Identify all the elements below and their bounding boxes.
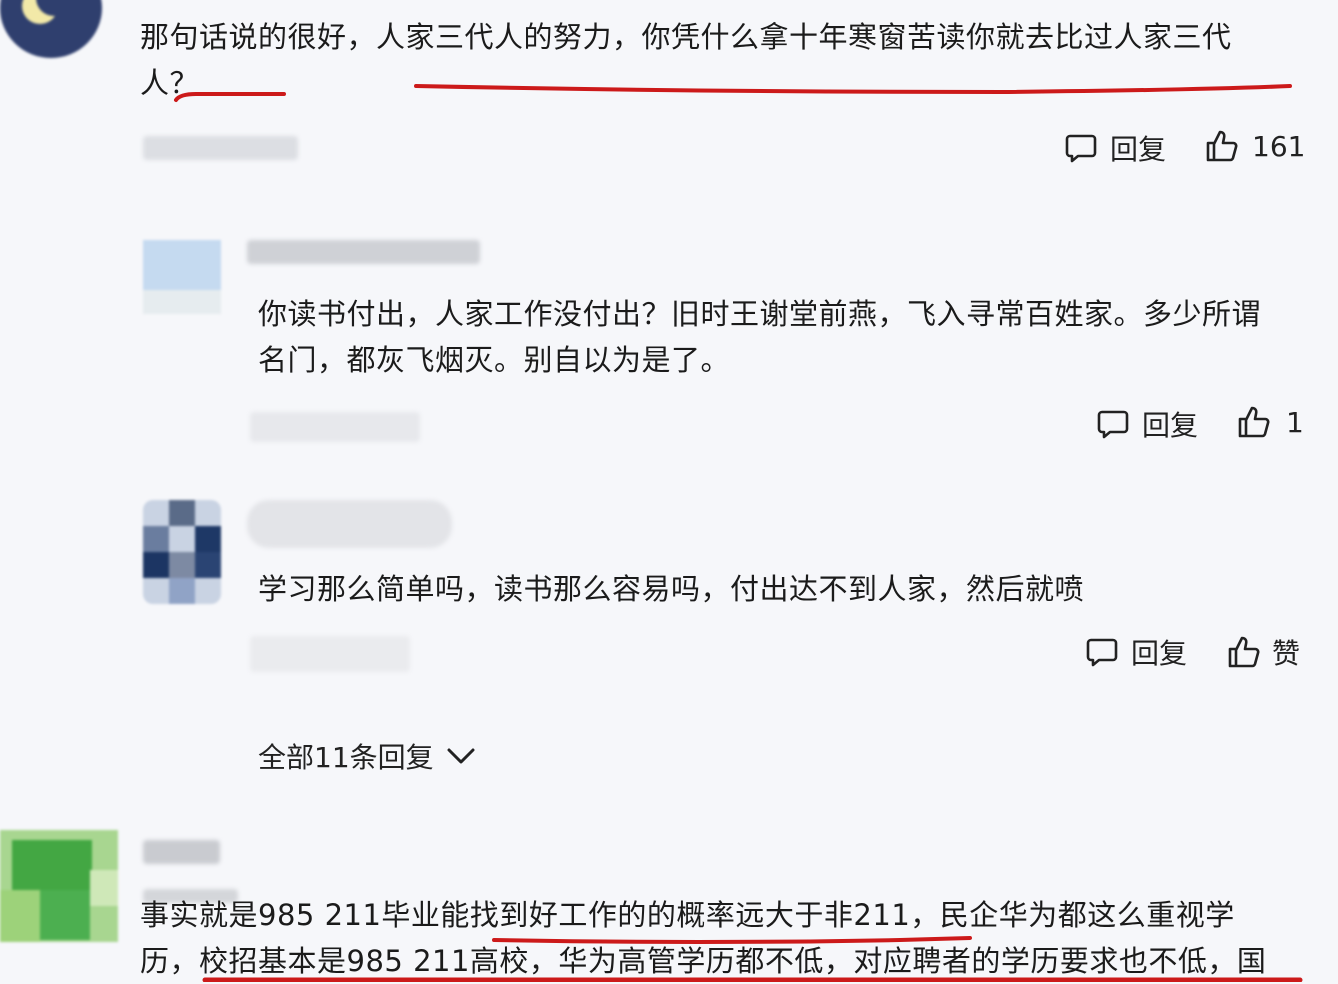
thumbs-up-icon — [1236, 404, 1272, 440]
reply-label: 回复 — [1131, 637, 1188, 670]
reply-button[interactable]: 回复 — [1096, 404, 1198, 444]
chevron-down-icon — [446, 746, 476, 766]
like-button[interactable]: 1 — [1236, 404, 1304, 440]
red-underline — [202, 936, 1303, 982]
reply-meta-blurred — [250, 636, 410, 672]
reply-text: 学习那么简单吗，读书那么容易吗，付出达不到人家，然后就喷 — [258, 566, 1318, 612]
like-button[interactable]: 赞 — [1226, 632, 1300, 672]
reply-label: 回复 — [1110, 133, 1167, 166]
comment-bubble-icon — [1064, 131, 1098, 165]
comment-bubble-icon — [1096, 407, 1130, 441]
like-label: 赞 — [1272, 637, 1301, 670]
reply-text-line: 你读书付出，人家工作没付出？旧时王谢堂前燕，飞入寻常百姓家。多少所谓 — [258, 297, 1262, 331]
username-blurred — [143, 840, 220, 864]
thumbs-up-icon — [1204, 128, 1240, 164]
view-all-replies-button[interactable]: 全部11条回复 — [258, 736, 476, 776]
reply-text-line: 学习那么简单吗，读书那么容易吗，付出达不到人家，然后就喷 — [258, 572, 1085, 606]
reply-button[interactable]: 回复 — [1064, 128, 1166, 168]
red-underline — [174, 84, 1292, 102]
thumbs-up-icon — [1226, 634, 1262, 670]
username-blurred — [247, 500, 452, 548]
reply-meta-blurred — [250, 412, 420, 442]
avatar[interactable] — [143, 240, 221, 314]
view-all-replies-label: 全部11条回复 — [258, 741, 434, 774]
like-count: 161 — [1252, 129, 1306, 163]
like-count: 1 — [1286, 405, 1304, 439]
reply-label: 回复 — [1142, 409, 1199, 442]
avatar[interactable] — [143, 500, 221, 604]
like-button[interactable]: 161 — [1204, 128, 1305, 164]
username-blurred — [247, 240, 480, 264]
comment-bubble-icon — [1085, 635, 1119, 669]
comment-meta-blurred — [143, 136, 298, 160]
reply-button[interactable]: 回复 — [1085, 632, 1187, 672]
reply-text: 你读书付出，人家工作没付出？旧时王谢堂前燕，飞入寻常百姓家。多少所谓 名门，都灰… — [258, 291, 1318, 383]
reply-text-line: 名门，都灰飞烟灭。别自以为是了。 — [258, 343, 731, 377]
